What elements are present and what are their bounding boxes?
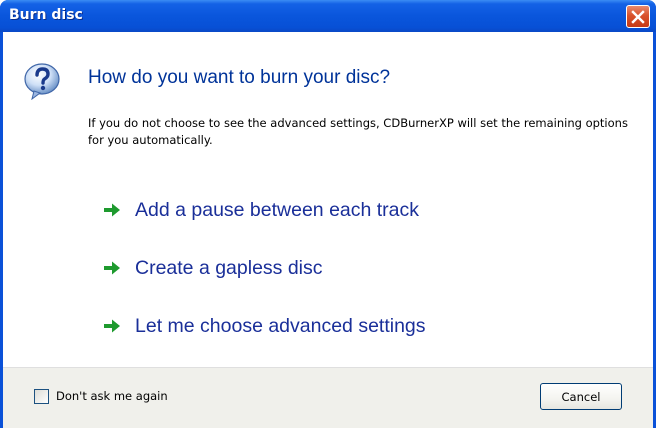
- option-label: Create a gapless disc: [135, 256, 323, 279]
- dont-ask-again-label[interactable]: Don't ask me again: [56, 389, 168, 403]
- burn-disc-window: Burn disc How do you want to burn your d…: [0, 0, 656, 428]
- window-title: Burn disc: [9, 7, 83, 23]
- question-icon: [24, 63, 60, 100]
- close-button[interactable]: [626, 5, 650, 28]
- green-arrow-icon: [104, 261, 120, 275]
- dialog-footer: Don't ask me again Cancel: [3, 367, 653, 428]
- dialog-description: If you do not choose to see the advanced…: [88, 116, 628, 147]
- option-label: Let me choose advanced settings: [135, 314, 426, 337]
- cancel-button[interactable]: Cancel: [540, 383, 622, 410]
- close-icon: [631, 9, 645, 24]
- option-label: Add a pause between each track: [135, 198, 420, 221]
- green-arrow-icon: [104, 319, 120, 333]
- dialog-content: How do you want to burn your disc? If yo…: [3, 32, 653, 367]
- dont-ask-again-checkbox[interactable]: [34, 389, 49, 404]
- green-arrow-icon: [104, 203, 120, 217]
- option-advanced-settings[interactable]: Let me choose advanced settings: [103, 310, 573, 342]
- dialog-client-area: How do you want to burn your disc? If yo…: [3, 32, 653, 428]
- option-gapless-disc[interactable]: Create a gapless disc: [103, 252, 573, 284]
- dialog-heading: How do you want to burn your disc?: [88, 67, 391, 88]
- option-add-pause[interactable]: Add a pause between each track: [103, 194, 573, 226]
- title-bar[interactable]: Burn disc: [0, 0, 656, 32]
